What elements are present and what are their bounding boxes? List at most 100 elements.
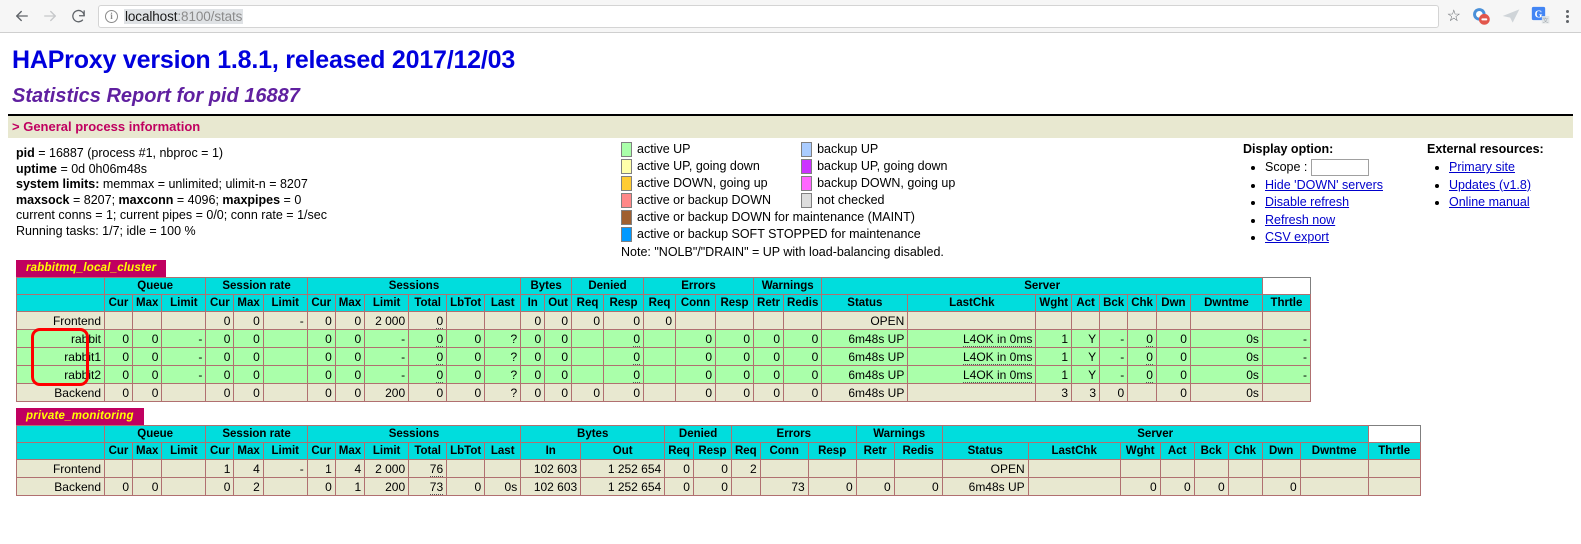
primary-site-link[interactable]: Primary site [1449,160,1515,174]
column-header[interactable]: Redis [893,442,943,460]
column-header[interactable]: Req [643,294,677,312]
column-header[interactable]: In [520,294,546,312]
site-info-icon[interactable]: i [105,9,118,23]
column-header[interactable]: Act [1071,294,1101,312]
column-header[interactable]: Max [131,294,163,312]
column-header[interactable]: Limit [161,442,207,460]
cell-value[interactable]: 73 [429,479,444,495]
column-header[interactable]: Req [664,442,694,460]
cell-value[interactable]: 76 [429,461,444,477]
cell-value[interactable]: 0 [436,313,444,329]
column-header[interactable]: Resp [715,294,755,312]
column-header[interactable]: Limit [364,442,410,460]
column-header[interactable]: LbTot [446,442,486,460]
hide-down-servers-link[interactable]: Hide 'DOWN' servers [1265,178,1383,192]
refresh-now-item[interactable]: Refresh now [1265,212,1383,230]
back-arrow-icon[interactable] [8,2,36,30]
column-header[interactable]: Act [1159,442,1195,460]
cell-value[interactable]: 0 [633,331,641,347]
online-manual-item[interactable]: Online manual [1449,194,1544,212]
cell-value[interactable]: 0 [436,349,444,365]
column-header[interactable]: Req [730,442,761,460]
updates-link[interactable]: Updates (v1.8) [1449,178,1531,192]
cell-value[interactable]: 0 [436,331,444,347]
column-header[interactable]: LastChk [907,294,1037,312]
column-header[interactable]: Conn [759,442,809,460]
online-manual-link[interactable]: Online manual [1449,195,1530,209]
column-header[interactable]: LbTot [446,294,486,312]
scope-input[interactable] [1311,159,1370,177]
column-header[interactable]: Dwntme [1299,442,1369,460]
column-header[interactable]: Cur [104,442,133,460]
column-header[interactable]: Resp [692,442,732,460]
column-header[interactable]: Status [941,442,1029,460]
column-header[interactable]: Total [408,294,448,312]
column-header[interactable]: LastChk [1027,442,1121,460]
column-header[interactable]: Max [334,442,366,460]
chrome-menu-icon[interactable] [1561,8,1573,25]
cell-value[interactable]: 0 [436,367,444,383]
column-header[interactable]: Limit [161,294,207,312]
primary-site-item[interactable]: Primary site [1449,159,1544,177]
csv-export-link[interactable]: CSV export [1265,230,1329,244]
column-header[interactable]: Cur [306,442,336,460]
cell-value[interactable]: L4OK in 0ms [962,367,1033,383]
cell-value[interactable]: L4OK in 0ms [962,331,1033,347]
column-header[interactable]: Cur [104,294,133,312]
column-header[interactable]: Max [233,294,264,312]
updates-item[interactable]: Updates (v1.8) [1449,177,1544,195]
cell-value[interactable]: 0 [633,367,641,383]
column-header[interactable]: Conn [675,294,717,312]
column-header[interactable]: Out [580,442,666,460]
cell-value[interactable]: 0 [633,349,641,365]
column-header[interactable]: Cur [306,294,336,312]
disable-refresh-link[interactable]: Disable refresh [1265,195,1349,209]
hide-down-servers-item[interactable]: Hide 'DOWN' servers [1265,177,1383,195]
column-header[interactable]: Status [821,294,909,312]
column-header[interactable]: Thrtle [1367,442,1421,460]
column-header[interactable]: Chk [1127,294,1157,312]
column-header[interactable]: Dwntme [1189,294,1263,312]
cell-value[interactable]: 0 [1146,349,1153,365]
reload-icon[interactable] [64,2,92,30]
column-header[interactable]: Dwn [1155,294,1191,312]
bookmark-star-icon[interactable]: ☆ [1447,6,1461,26]
column-header[interactable] [16,294,105,312]
proxy-name-badge[interactable]: private_monitoring [16,408,144,425]
column-header[interactable]: Resp [807,442,857,460]
refresh-now-link[interactable]: Refresh now [1265,213,1335,227]
paper-plane-extension-icon[interactable] [1501,6,1521,26]
column-header[interactable]: Retr [753,294,785,312]
column-header[interactable]: Req [571,294,605,312]
column-header[interactable]: Max [233,442,264,460]
cell-value[interactable]: 0 [1146,367,1153,383]
cell-value[interactable]: 0 [1146,331,1153,347]
column-header[interactable]: Total [408,442,448,460]
column-header[interactable]: Limit [262,294,308,312]
disable-refresh-item[interactable]: Disable refresh [1265,194,1383,212]
column-header[interactable]: Thrtle [1261,294,1311,312]
address-bar[interactable]: i localhost:8100/stats [98,4,1439,28]
column-header[interactable]: Cur [205,294,235,312]
column-header[interactable]: Last [484,442,522,460]
column-header[interactable]: In [520,442,582,460]
column-header[interactable]: Chk [1227,442,1263,460]
column-header[interactable]: Cur [205,442,235,460]
column-header[interactable]: Wght [1119,442,1161,460]
column-header[interactable]: Limit [364,294,410,312]
column-header[interactable]: Max [334,294,366,312]
column-header[interactable]: Last [484,294,522,312]
google-translate-extension-icon[interactable]: G文 [1531,6,1551,26]
column-header[interactable]: Dwn [1261,442,1301,460]
column-header[interactable]: Max [131,442,163,460]
column-header[interactable] [16,442,105,460]
column-header[interactable]: Bck [1193,442,1229,460]
column-header[interactable]: Bck [1099,294,1129,312]
column-header[interactable]: Limit [262,442,308,460]
proxy-name-badge[interactable]: rabbitmq_local_cluster [16,260,167,277]
cell-value[interactable]: L4OK in 0ms [962,349,1033,365]
column-header[interactable]: Wght [1035,294,1073,312]
csv-export-item[interactable]: CSV export [1265,229,1383,247]
column-header[interactable]: Redis [783,294,823,312]
column-header[interactable]: Retr [855,442,895,460]
